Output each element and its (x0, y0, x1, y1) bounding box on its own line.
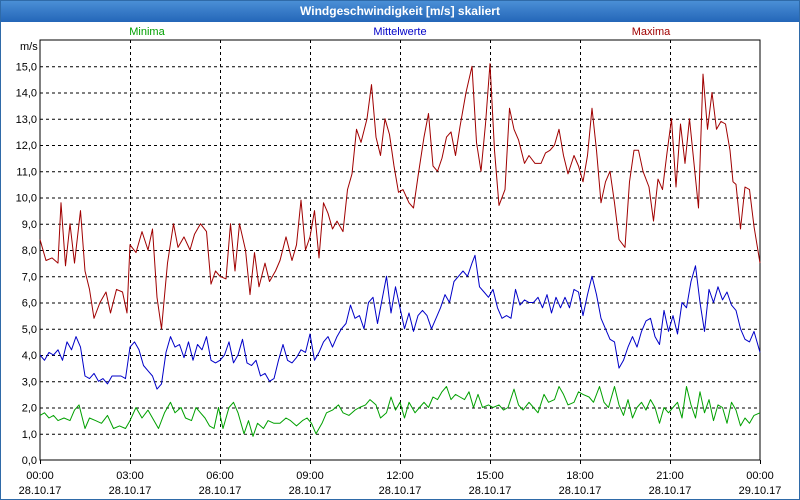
x-tick-date: 28.10.17 (469, 485, 512, 497)
y-tick-label: 11,0 (16, 166, 37, 178)
y-tick-label: 1,0 (22, 429, 37, 441)
legend-maxima: Maxima (632, 26, 671, 38)
x-tick-time: 09:00 (296, 470, 324, 482)
x-tick-time: 00:00 (746, 470, 774, 482)
y-tick-label: 3,0 (22, 376, 37, 388)
legend-mittelwerte: Mittelwerte (373, 26, 426, 38)
y-tick-label: 6,0 (22, 298, 37, 310)
x-tick-date: 28.10.17 (199, 485, 242, 497)
x-tick-date: 28.10.17 (289, 485, 332, 497)
y-tick-label: 14,0 (16, 88, 37, 100)
legend-minima: Minima (129, 26, 165, 38)
y-tick-label: 7,0 (22, 271, 37, 283)
x-tick-date: 28.10.17 (379, 485, 422, 497)
x-tick-time: 03:00 (116, 470, 144, 482)
x-tick-date: 28.10.17 (559, 485, 602, 497)
y-tick-label: 4,0 (22, 350, 37, 362)
y-tick-label: 0,0 (22, 455, 37, 467)
x-tick-time: 21:00 (656, 470, 684, 482)
x-tick-time: 18:00 (566, 470, 594, 482)
y-tick-label: 5,0 (22, 324, 37, 336)
x-tick-time: 15:00 (476, 470, 504, 482)
x-tick-date: 28.10.17 (19, 485, 62, 497)
y-tick-label: 13,0 (16, 114, 37, 126)
x-tick-date: 29.10.17 (739, 485, 782, 497)
y-tick-label: 9,0 (22, 219, 37, 231)
y-tick-label: 15,0 (16, 61, 37, 73)
chart-plot: 0,0 1,0 2,0 3,0 4,0 5,0 6,0 7,0 8,0 9,0 10,0 11,0 12… (16, 26, 782, 497)
y-tick-label: 10,0 (16, 193, 37, 205)
series-line-minima (39, 386, 761, 437)
x-tick-time: 06:00 (206, 470, 234, 482)
y-tick-label: 8,0 (22, 245, 37, 257)
x-tick-time: 00:00 (26, 470, 54, 482)
y-tick-label: 2,0 (22, 403, 37, 415)
y-axis-unit: m/s (20, 41, 38, 53)
x-tick-time: 12:00 (386, 470, 414, 482)
x-tick-date: 28.10.17 (109, 485, 152, 497)
y-tick-label: 12,0 (16, 140, 37, 152)
x-tick-date: 28.10.17 (649, 485, 692, 497)
